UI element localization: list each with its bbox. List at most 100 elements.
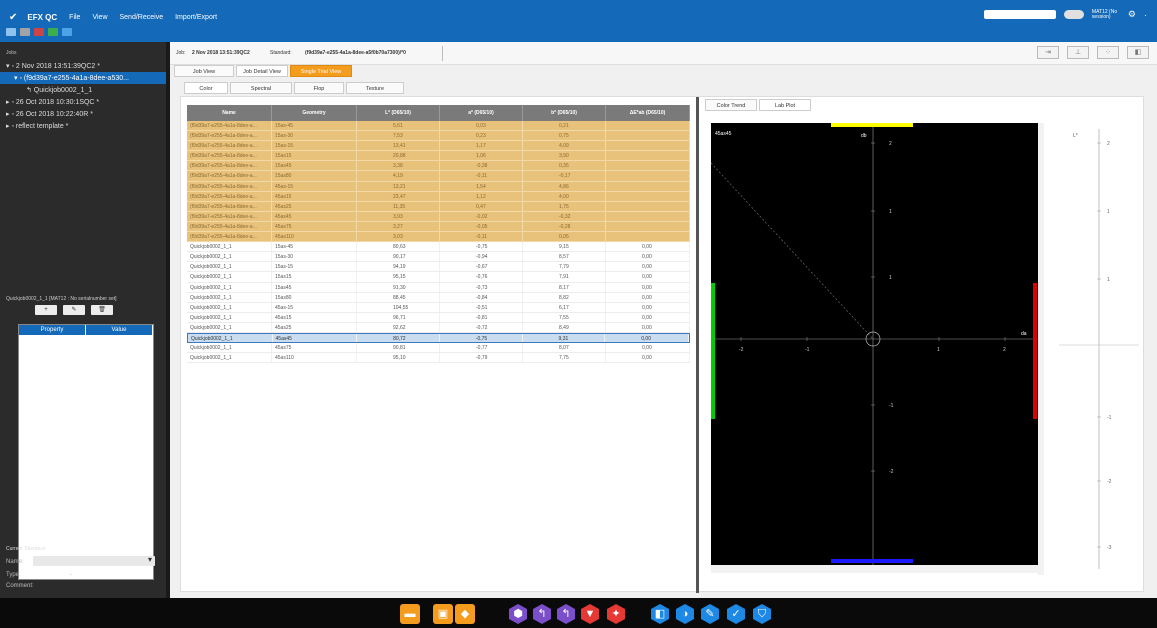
ok-icon[interactable] bbox=[48, 28, 58, 36]
save-icon[interactable]: ▣ bbox=[433, 604, 453, 624]
pane-splitter[interactable] bbox=[696, 97, 699, 593]
table-row[interactable]: (f9d39a7-e255-4a1a-8dee-a... 15as-45 5,61 0… bbox=[187, 121, 690, 132]
table-row[interactable]: (f9d39a7-e255-4a1a-8dee-a... 45as-15 13,21… bbox=[187, 181, 690, 192]
menu-import-export[interactable]: Import/Export bbox=[175, 14, 217, 21]
table-row[interactable]: Quickjob0002_1_1 45as110 95,10 -0,79 7,75 0,0… bbox=[187, 353, 690, 364]
search-field[interactable] bbox=[983, 10, 1056, 19]
tree-item[interactable]: ▸ ◦ reflect template * bbox=[0, 120, 166, 132]
table-row[interactable]: (f9d39a7-e255-4a1a-8dee-a... 45as110 3,03-… bbox=[187, 232, 690, 243]
col-value[interactable]: Value bbox=[86, 325, 153, 335]
delete-property-button[interactable]: 🗑 bbox=[91, 305, 113, 315]
cell-name: (f9d39a7-e255-4a1a-8dee-a... bbox=[187, 171, 272, 181]
tab-single-trial-view[interactable]: Single Trial View bbox=[290, 65, 352, 77]
cell-geometry: 15as-30 bbox=[272, 252, 357, 262]
measure-icon[interactable]: ⬢ bbox=[509, 604, 527, 624]
menu-file[interactable]: File bbox=[69, 14, 80, 21]
tools-icon[interactable]: ✦ bbox=[607, 604, 625, 624]
ab-plot[interactable]: 45as45 db da -2 -1 1 2 2 1 1 -1 -2 bbox=[710, 123, 1038, 565]
tab-color-trend[interactable]: Color Trend bbox=[705, 99, 757, 111]
cell-l: 95,15 bbox=[357, 272, 440, 282]
edit-property-button[interactable]: ✎ bbox=[63, 305, 85, 315]
l-plot[interactable]: L* 2 1 1 -1 -2 -3 bbox=[1059, 123, 1139, 575]
table-row[interactable]: Quickjob0002_1_1 15as15 95,15 -0,76 7,91 0,00 bbox=[187, 272, 690, 283]
col-property[interactable]: Property bbox=[19, 325, 86, 335]
table-row[interactable]: Quickjob0002_1_1 15as-45 80,63 -0,75 9,15 0,0… bbox=[187, 242, 690, 253]
gear-icon[interactable]: ⚙ bbox=[1128, 9, 1136, 20]
new-icon[interactable] bbox=[6, 28, 16, 36]
table-row[interactable]: Quickjob0002_1_1 45as15 96,71 -0,81 7,55 0,00 bbox=[187, 312, 690, 323]
menu-view[interactable]: View bbox=[92, 14, 107, 21]
tab-job-view[interactable]: Job View bbox=[174, 65, 234, 77]
cell-de: 0,00 bbox=[606, 353, 690, 363]
layout-icon[interactable] bbox=[62, 28, 72, 36]
cell-l: 95,10 bbox=[357, 353, 440, 363]
table-row[interactable]: (f9d39a7-e255-4a1a-8dee-a... 15as-15 13,41… bbox=[187, 141, 690, 152]
tab-spectral[interactable]: Spectral bbox=[230, 82, 292, 94]
user-info: MAT12 (No session) bbox=[1091, 8, 1118, 20]
tab-texture[interactable]: Texture bbox=[346, 82, 404, 94]
shield-icon[interactable]: ⛉ bbox=[753, 604, 771, 624]
table-row[interactable]: Quickjob0002_1_1 45as-15 104,55 -0,51 6,17 0,… bbox=[187, 302, 690, 313]
chart-icon[interactable]: ⊥ bbox=[1067, 46, 1089, 59]
scatter-icon[interactable]: ⁘ bbox=[1097, 46, 1119, 59]
trend-icon[interactable]: ↰ bbox=[533, 604, 551, 624]
tree-item[interactable]: ▾ ◦ (f9d39a7-e255-4a1a-8dee-a530... bbox=[0, 72, 166, 84]
tolerance-comment-label: Comment: bbox=[6, 583, 34, 589]
col-de[interactable]: ΔE*ab (D65/10) bbox=[606, 105, 690, 121]
y-tick-label: 2 bbox=[889, 141, 892, 147]
tolerance-select[interactable] bbox=[33, 555, 155, 566]
table-row[interactable]: (f9d39a7-e255-4a1a-8dee-a... 45as25 11,35 0… bbox=[187, 201, 690, 212]
cell-geometry: 45as45 bbox=[272, 211, 357, 221]
list-icon[interactable] bbox=[20, 28, 30, 36]
table-row[interactable]: Quickjob0002_1_1 45as75 90,81 -0,77 8,07 0,00 bbox=[187, 343, 690, 354]
device-toggle[interactable] bbox=[1063, 10, 1084, 19]
table-row[interactable]: Quickjob0002_1_1 45as45 80,72 -0,75 9,31 0,00 bbox=[187, 332, 690, 344]
tree-item[interactable]: ▸ ◦ 26 Oct 2018 10:22:40R * bbox=[0, 108, 166, 120]
filter-icon[interactable]: ▼ bbox=[581, 604, 599, 624]
table-row[interactable]: Quickjob0002_1_1 15as-15 94,19 -0,67 7,79 0,0… bbox=[187, 262, 690, 273]
import-icon[interactable]: ◑ bbox=[676, 604, 694, 624]
table-row[interactable]: (f9d39a7-e255-4a1a-8dee-a... 15as-30 7,53 0… bbox=[187, 131, 690, 142]
table-row[interactable]: Quickjob0002_1_1 15as80 88,45 -0,84 8,82 0,00 bbox=[187, 292, 690, 303]
tab-color[interactable]: Color bbox=[184, 82, 228, 94]
trend2-icon[interactable]: ↰ bbox=[557, 604, 575, 624]
table-row[interactable]: (f9d39a7-e255-4a1a-8dee-a... 45as15 23,47 1… bbox=[187, 191, 690, 202]
tab-flop[interactable]: Flop bbox=[294, 82, 344, 94]
tree-item[interactable]: ▸ ◦ 26 Oct 2018 10:30:1SQC * bbox=[0, 96, 166, 108]
tree-item[interactable]: ▾ ◦ 2 Nov 2018 13:51:39QC2 * bbox=[0, 60, 166, 72]
table-row[interactable]: Quickjob0002_1_1 15as45 91,30 -0,73 8,17 0,00 bbox=[187, 282, 690, 293]
l-axis-label: L* bbox=[1073, 133, 1078, 139]
table-row[interactable]: Quickjob0002_1_1 15as-30 90,17 -0,94 8,57 0,0… bbox=[187, 252, 690, 263]
folder-icon[interactable]: ▬ bbox=[400, 604, 420, 624]
delete-icon[interactable] bbox=[34, 28, 44, 36]
cell-de bbox=[606, 181, 690, 191]
table-row[interactable]: (f9d39a7-e255-4a1a-8dee-a... 15as15 20,88 1… bbox=[187, 151, 690, 162]
col-a[interactable]: a* (D65/10) bbox=[440, 105, 523, 121]
table-row[interactable]: Quickjob0002_1_1 45as25 92,62 -0,72 8,49 0,00 bbox=[187, 322, 690, 333]
panel-icon[interactable]: ◧ bbox=[1127, 46, 1149, 59]
plot-scrollbar-horizontal[interactable] bbox=[711, 565, 1038, 573]
col-name[interactable]: Name bbox=[187, 105, 272, 121]
col-l[interactable]: L* (D65/10) bbox=[357, 105, 440, 121]
cell-l: 88,45 bbox=[357, 292, 440, 302]
check-icon[interactable]: ✓ bbox=[727, 604, 745, 624]
col-geometry[interactable]: Geometry bbox=[272, 105, 357, 121]
table-row[interactable]: (f9d39a7-e255-4a1a-8dee-a... 15as45 3,38 -0… bbox=[187, 161, 690, 172]
tab-job-detail-view[interactable]: Job Detail View bbox=[236, 65, 288, 77]
cell-geometry: 45as-15 bbox=[272, 302, 357, 312]
table-row[interactable]: (f9d39a7-e255-4a1a-8dee-a... 45as75 3,27 -0… bbox=[187, 221, 690, 233]
more-icon[interactable]: · bbox=[1144, 10, 1147, 20]
tab-lab-plot[interactable]: Lab Plot bbox=[759, 99, 811, 111]
plot-scrollbar-vertical[interactable] bbox=[1038, 123, 1044, 575]
col-b[interactable]: b* (D65/10) bbox=[523, 105, 606, 121]
export-icon[interactable]: ◧ bbox=[651, 604, 669, 624]
table-row[interactable]: (f9d39a7-e255-4a1a-8dee-a... 45as45 3,93 -0… bbox=[187, 211, 690, 222]
add-property-button[interactable]: + bbox=[35, 305, 57, 315]
tag-icon[interactable]: ◆ bbox=[455, 604, 475, 624]
export-view-icon[interactable]: ⇥ bbox=[1037, 46, 1059, 59]
menu-send-receive[interactable]: Send/Receive bbox=[120, 14, 164, 21]
tree-item[interactable]: ↰ Quickjob0002_1_1 bbox=[0, 84, 166, 96]
edit-icon[interactable]: ✎ bbox=[701, 604, 719, 624]
table-row[interactable]: (f9d39a7-e255-4a1a-8dee-a... 15as80 4,19 -0… bbox=[187, 171, 690, 182]
cell-l: 3,38 bbox=[357, 161, 440, 171]
